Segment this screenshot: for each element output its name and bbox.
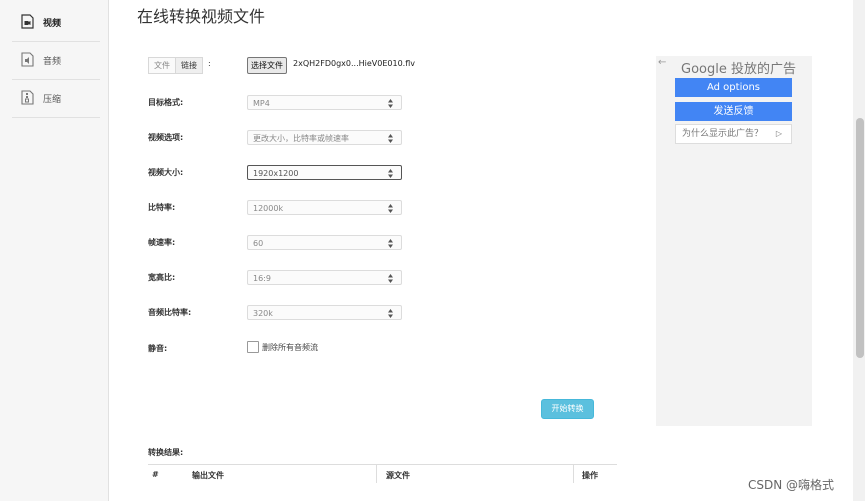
- select-arrows-icon: [388, 306, 393, 324]
- select-arrows-icon: [388, 236, 393, 254]
- results-title: 转换结果:: [148, 448, 184, 457]
- select-value: 更改大小，比特率或帧速率: [253, 134, 349, 143]
- page-title: 在线转换视频文件: [137, 7, 266, 26]
- sidebar-item-label: 视频: [43, 19, 62, 29]
- column-divider: [573, 465, 574, 483]
- col-output-file: 输出文件: [192, 471, 224, 480]
- col-actions: 操作: [582, 471, 598, 480]
- select-value: 320k: [253, 309, 273, 318]
- source-colon: :: [208, 59, 211, 68]
- choose-file-button[interactable]: 选择文件: [247, 57, 287, 74]
- bitrate-select[interactable]: 12000k: [247, 200, 402, 215]
- col-source-file: 源文件: [386, 471, 410, 480]
- play-triangle-icon: ▷: [775, 129, 782, 138]
- audio-bitrate-label: 音频比特率:: [148, 308, 192, 317]
- ad-panel: ← Google 投放的广告 Ad options 发送反馈 为什么显示此广告？…: [656, 56, 812, 426]
- column-divider: [376, 465, 377, 483]
- bitrate-label: 比特率:: [148, 203, 176, 212]
- video-file-icon: [21, 14, 34, 32]
- watermark: CSDN @嗨格式: [748, 478, 835, 492]
- audio-bitrate-select[interactable]: 320k: [247, 305, 402, 320]
- sidebar-item-compress[interactable]: 压缩: [12, 80, 100, 118]
- selected-file-name: 2xQH2FD0gx0...HieV0E010.flv: [293, 59, 415, 68]
- col-index: #: [152, 470, 159, 479]
- audio-file-icon: [21, 52, 34, 70]
- select-arrows-icon: [388, 131, 393, 149]
- video-options-label: 视频选项:: [148, 133, 184, 142]
- select-arrows-icon: [388, 166, 393, 184]
- why-this-ad-label: 为什么显示此广告？: [682, 129, 764, 139]
- compress-file-icon: [21, 90, 34, 108]
- start-convert-button[interactable]: 开始转换: [541, 399, 594, 419]
- ad-header: Google 投放的广告: [681, 62, 796, 77]
- mute-checkbox[interactable]: [247, 341, 259, 353]
- mute-label: 静音:: [148, 344, 168, 353]
- select-arrows-icon: [388, 271, 393, 289]
- sidebar-item-label: 压缩: [43, 95, 62, 105]
- scrollbar-thumb[interactable]: [856, 118, 864, 358]
- back-arrow-icon[interactable]: ←: [658, 57, 666, 68]
- select-value: 12000k: [253, 204, 284, 213]
- video-size-select[interactable]: 1920x1200: [247, 165, 402, 180]
- tab-file[interactable]: 文件: [149, 58, 175, 73]
- frame-rate-label: 帧速率:: [148, 238, 176, 247]
- select-value: 60: [253, 239, 264, 248]
- source-tabs: 文件 链接: [148, 57, 203, 74]
- mute-checkbox-label[interactable]: 删除所有音频流: [262, 342, 318, 353]
- frame-rate-select[interactable]: 60: [247, 235, 402, 250]
- select-value: 1920x1200: [253, 169, 299, 178]
- select-arrows-icon: [388, 96, 393, 114]
- sidebar-item-video[interactable]: 视频: [12, 4, 100, 42]
- video-options-select[interactable]: 更改大小，比特率或帧速率: [247, 130, 402, 145]
- select-value: 16:9: [253, 274, 271, 283]
- why-this-ad-button[interactable]: 为什么显示此广告？ ▷: [675, 124, 792, 144]
- send-feedback-button[interactable]: 发送反馈: [675, 102, 792, 121]
- aspect-ratio-label: 宽高比:: [148, 273, 176, 282]
- ad-options-button[interactable]: Ad options: [675, 78, 792, 97]
- tab-link[interactable]: 链接: [175, 58, 202, 73]
- target-format-label: 目标格式:: [148, 98, 184, 107]
- aspect-ratio-select[interactable]: 16:9: [247, 270, 402, 285]
- select-arrows-icon: [388, 201, 393, 219]
- sidebar-item-audio[interactable]: 音频: [12, 42, 100, 80]
- video-size-label: 视频大小:: [148, 168, 184, 177]
- sidebar: 视频 音频 压缩: [0, 0, 109, 501]
- sidebar-item-label: 音频: [43, 57, 62, 67]
- results-table-header: # 输出文件 源文件 操作: [148, 464, 617, 483]
- select-value: MP4: [253, 99, 270, 108]
- target-format-select[interactable]: MP4: [247, 95, 402, 110]
